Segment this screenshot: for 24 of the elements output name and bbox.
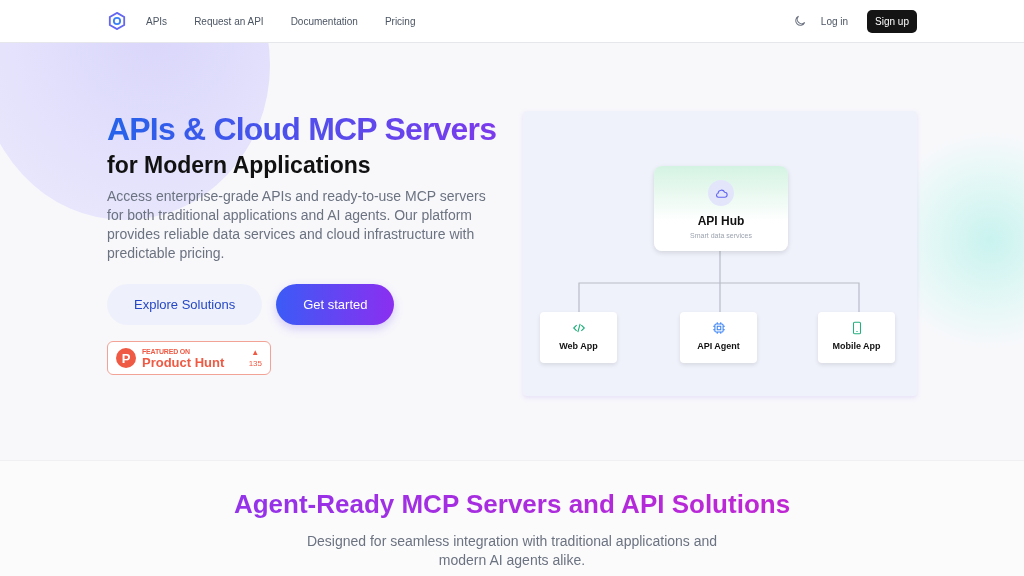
signup-button[interactable]: Sign up — [867, 9, 917, 33]
code-icon — [571, 321, 586, 335]
hub-title: API Hub — [697, 214, 745, 228]
upvote-count: 135 — [248, 359, 262, 368]
cloud-icon — [708, 180, 734, 206]
logo-icon[interactable] — [108, 12, 126, 30]
product-hunt-name: Product Hunt — [142, 355, 225, 369]
login-link[interactable]: Log in — [820, 15, 849, 27]
nav-link[interactable]: Pricing — [384, 15, 416, 27]
nav-link[interactable]: Request an API — [194, 15, 264, 27]
upvote-icon: ▲ — [251, 348, 260, 357]
node-label: API Agent — [697, 341, 740, 351]
hero-description: Access enterprise-grade APIs and ready-to-use MCP servers for both traditional applications and AI agents. Our platform provides reliable data services and cloud infrastructure with predictable pricing. — [107, 187, 487, 263]
nav-link[interactable]: Documentation — [290, 15, 358, 27]
explore-button[interactable]: Explore Solutions — [107, 284, 263, 325]
get-started-button[interactable]: Get started — [276, 284, 395, 325]
chip-icon — [711, 321, 726, 335]
moon-icon[interactable] — [792, 14, 807, 28]
hero-subtitle: for Modern Applications — [107, 151, 372, 180]
nav-link[interactable]: APIs — [146, 15, 168, 27]
node-label: Mobile App — [832, 341, 881, 351]
product-hunt-logo: P — [116, 348, 136, 368]
node-label: Web App — [559, 341, 598, 351]
section-description: Designed for seamless integration with traditional applications and modern AI agents alike. — [305, 532, 719, 570]
